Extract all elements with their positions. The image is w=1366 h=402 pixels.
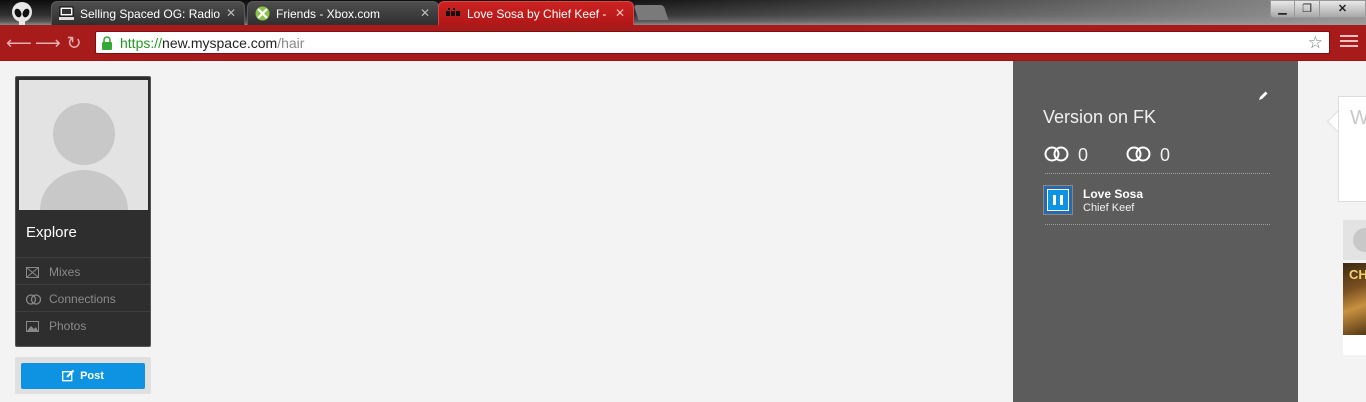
pause-button[interactable] — [1047, 189, 1069, 211]
close-window-button[interactable]: ✕ — [1319, 0, 1366, 18]
avatar-body — [40, 170, 128, 210]
tab-title: Selling Spaced OG: Radio — [80, 7, 221, 21]
track-artwork[interactable] — [1043, 185, 1073, 215]
profile-card: Explore Mixes Connections Photos — [15, 76, 151, 347]
lock-icon — [101, 36, 113, 50]
stat-value: 0 — [1160, 145, 1171, 165]
tab-selling-spaced-og[interactable]: Selling Spaced OG: Radio ✕ — [51, 1, 245, 25]
album-text: CHI — [1349, 267, 1366, 282]
connections-icon — [1126, 146, 1151, 162]
mixes-icon — [26, 265, 39, 278]
stat-value: 0 — [1078, 145, 1089, 165]
sidebar-item-connections[interactable]: Connections — [16, 284, 150, 311]
tab-xbox-friends[interactable]: Friends - Xbox.com ✕ — [247, 1, 439, 25]
xbox-icon — [255, 6, 270, 21]
explore-title: Explore — [26, 224, 77, 241]
back-arrow-icon[interactable]: ⟵ — [6, 33, 32, 53]
sidebar-item-photos[interactable]: Photos — [16, 311, 150, 338]
sidebar-item-mixes[interactable]: Mixes — [16, 257, 150, 284]
avatar[interactable] — [1343, 220, 1366, 260]
maximize-button[interactable]: ❐ — [1294, 0, 1320, 18]
menu-icon[interactable] — [1340, 35, 1358, 51]
address-bar[interactable]: https://new.myspace.com/hair ☆ — [95, 31, 1330, 54]
connections-stat[interactable]: 0 — [1043, 144, 1113, 165]
search-input[interactable]: W — [1338, 96, 1366, 202]
url-path: /hair — [277, 35, 305, 51]
album-caption — [1343, 335, 1366, 355]
connections-stat[interactable]: 0 — [1125, 144, 1195, 165]
connections-icon — [1044, 146, 1069, 162]
avatar[interactable] — [19, 80, 148, 210]
new-tab-button[interactable] — [633, 5, 669, 20]
computer-icon — [59, 6, 74, 21]
myspace-icon — [446, 6, 461, 21]
close-tab-icon[interactable]: ✕ — [226, 6, 236, 20]
sidebar-item-label: Mixes — [49, 265, 81, 279]
reload-icon[interactable]: ↻ — [64, 33, 84, 53]
tab-title: Friends - Xbox.com — [276, 7, 381, 21]
search-placeholder: W — [1350, 107, 1366, 129]
album-thumbnail[interactable]: CHI — [1343, 263, 1366, 335]
connections-icon — [25, 292, 42, 305]
sidebar-item-label: Photos — [49, 319, 87, 333]
divider — [1045, 173, 1270, 174]
panel-title: Version on FK — [1043, 107, 1157, 127]
track-title[interactable]: Love Sosa — [1083, 187, 1143, 201]
pencil-icon[interactable] — [1256, 89, 1270, 103]
divider — [1045, 224, 1270, 225]
tab-love-sosa[interactable]: Love Sosa by Chief Keef - ✕ — [438, 1, 634, 25]
post-container: Post — [15, 357, 151, 394]
sidebar-item-label: Connections — [49, 292, 116, 306]
forward-arrow-icon[interactable]: ⟶ — [35, 33, 61, 53]
post-label: Post — [80, 370, 104, 382]
minimize-button[interactable]: ▁ — [1270, 0, 1295, 18]
alien-logo-icon — [6, 1, 38, 25]
close-tab-icon[interactable]: ✕ — [420, 6, 430, 20]
track-artist[interactable]: Chief Keef — [1083, 202, 1134, 214]
tab-title: Love Sosa by Chief Keef - — [467, 7, 607, 21]
photos-icon — [26, 319, 39, 332]
url-text: https://new.myspace.com/hair — [120, 35, 304, 51]
post-button[interactable]: Post — [21, 363, 145, 389]
edit-icon — [62, 369, 75, 382]
url-host: new.myspace.com — [162, 35, 278, 51]
url-scheme: https:// — [120, 35, 163, 51]
bookmark-star-icon[interactable]: ☆ — [1308, 33, 1323, 53]
avatar-head — [53, 103, 115, 165]
now-playing-panel: Version on FK 0 0 Love Sosa Chief Keef — [1013, 61, 1298, 402]
close-tab-icon[interactable]: ✕ — [615, 6, 625, 20]
